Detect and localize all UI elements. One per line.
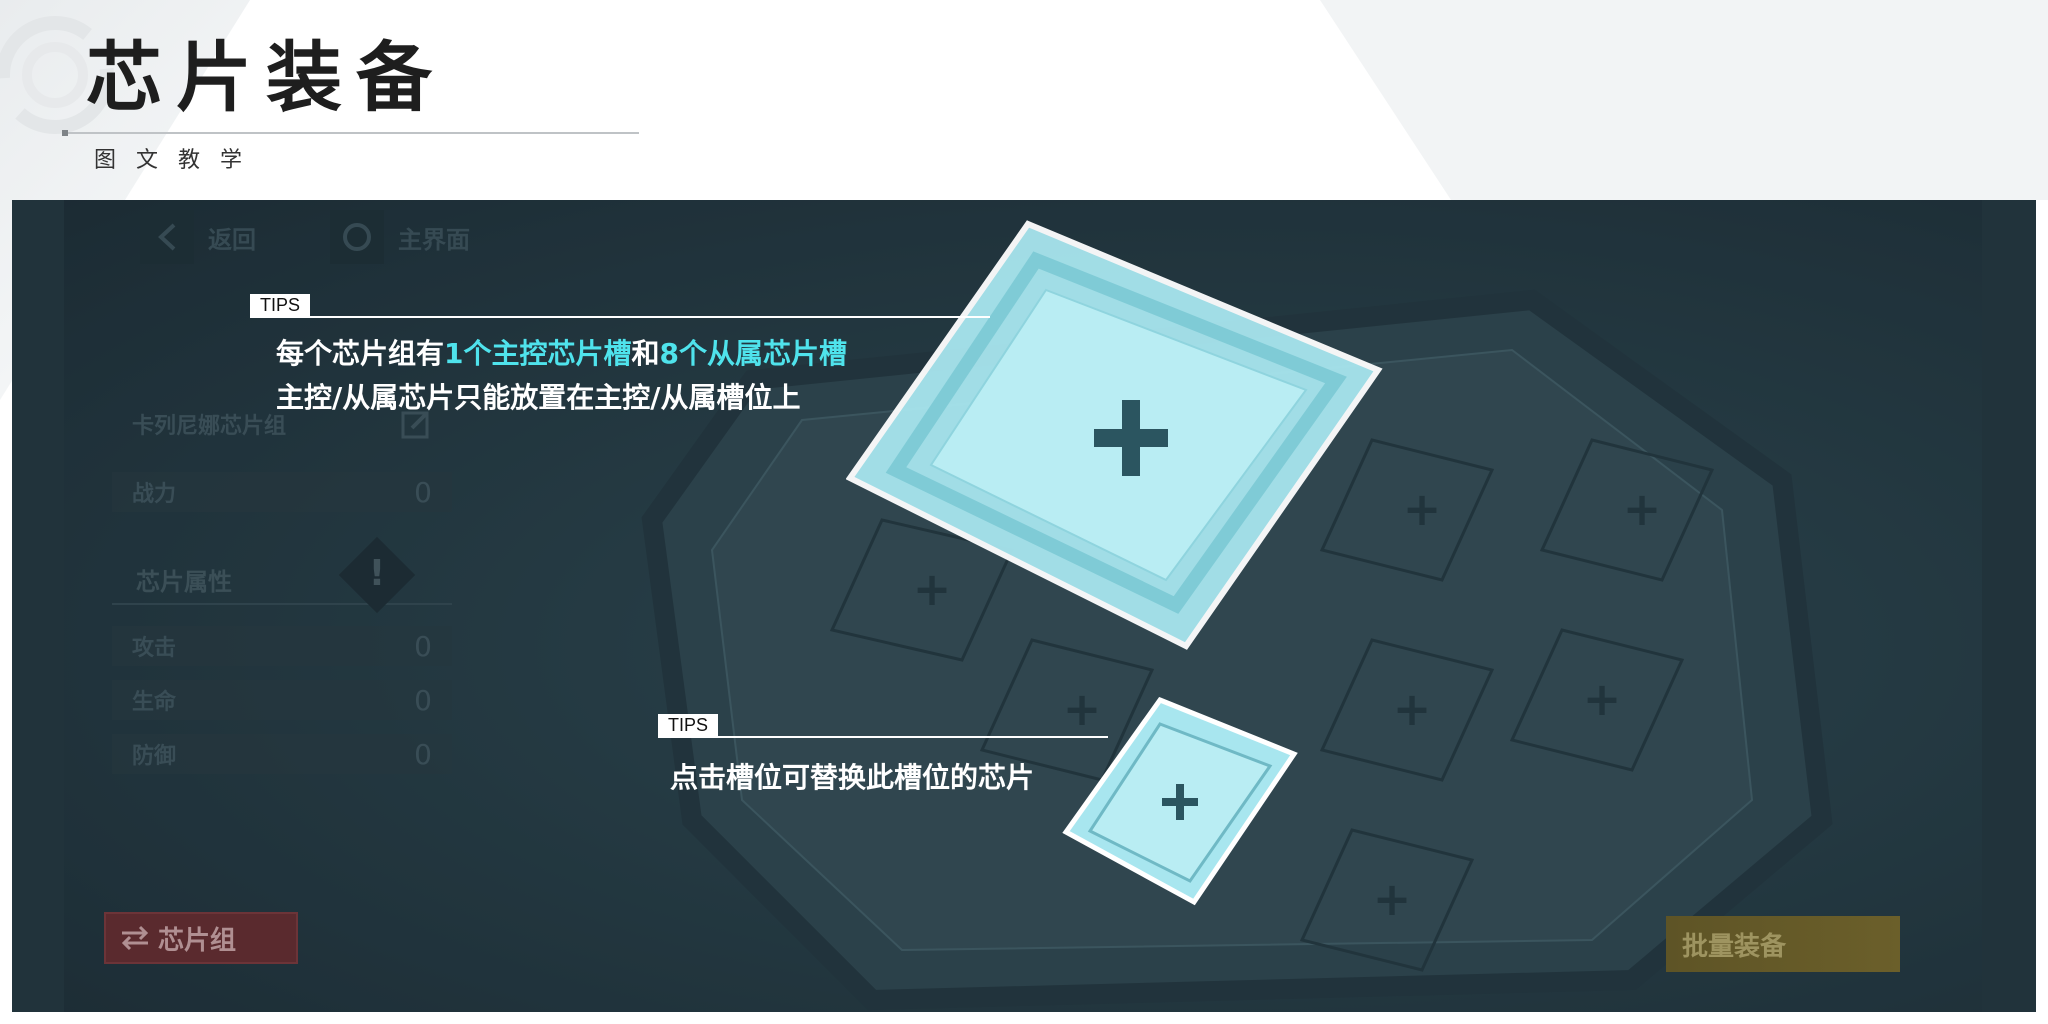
page-title: 芯片装备 — [86, 33, 446, 122]
sub-chip-slot[interactable] — [1060, 696, 1300, 908]
tips-text-highlight: 1个主控芯片槽 — [444, 337, 632, 370]
title-divider-dot — [62, 130, 68, 136]
tips-text-highlight: 8个从属芯片槽 — [659, 337, 847, 370]
tips-text-normal: 每个芯片组有 — [276, 337, 445, 370]
header-background-right — [1320, 0, 2048, 200]
main-chip-slot[interactable] — [846, 220, 1386, 650]
tips-text-normal: 和 — [631, 337, 660, 370]
title-divider — [62, 132, 639, 134]
batch-equip-label: 批量装备 — [1682, 931, 1787, 962]
tips-label: TIPS — [658, 714, 719, 736]
tips-label: TIPS — [250, 294, 311, 316]
game-screenshot: + + + + + + + 返回 主界面 卡列尼娜芯片组 战力 0 芯片属性 !… — [12, 200, 2036, 1012]
swap-arrows-icon — [121, 925, 149, 951]
chip-group-button[interactable]: 芯片组 — [104, 912, 298, 964]
tips-line — [250, 316, 990, 318]
tips-text-line1: 点击槽位可替换此槽位的芯片 — [670, 761, 1035, 794]
batch-equip-button[interactable]: 批量装备 — [1666, 916, 1900, 972]
tips-text-line1: 每个芯片组有1个主控芯片槽和8个从属芯片槽 — [276, 332, 847, 372]
tips-text-line2: 主控/从属芯片只能放置在主控/从属槽位上 — [276, 381, 801, 414]
tips-line — [658, 736, 1108, 738]
page-subtitle: 图文教学 — [94, 148, 263, 173]
chip-group-button-label: 芯片组 — [158, 925, 237, 956]
